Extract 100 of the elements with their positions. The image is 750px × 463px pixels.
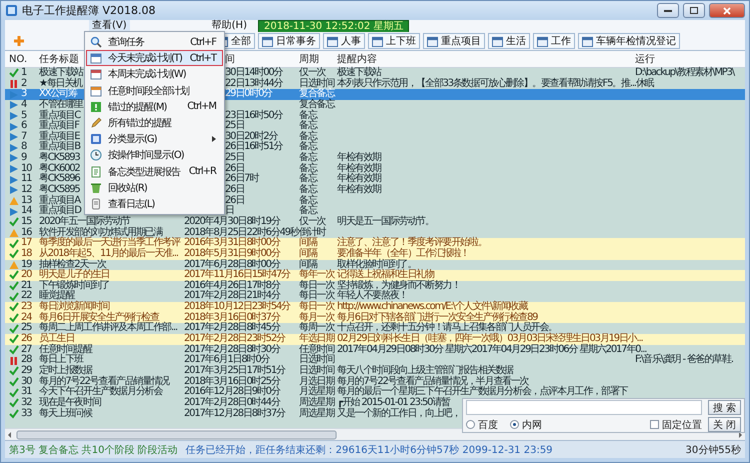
- title-cell-text: 2020年五一国际劳动节: [38, 216, 132, 227]
- title-cell-text: 每月6日开展安全生产例行检查: [38, 312, 160, 323]
- run-cell-text: F:\音乐\龚玥 - 爸爸的草鞋.: [635, 355, 734, 366]
- title-cell-text: 粤CK5893: [38, 153, 80, 164]
- table-row[interactable]: 26 员工生日 2017年2月28日23时52分 年选日期 02月29日刘科长生日（哇塞，四年一次哦）03月03日宋经理生日03月19日小...: [5, 334, 745, 345]
- bin-icon: [90, 182, 102, 194]
- column-header[interactable]: 周期: [299, 52, 337, 66]
- menu-option[interactable]: 今天未完成计划(T) Ctrl+T: [86, 50, 223, 66]
- content-cell-text: 年检有效期: [337, 153, 382, 164]
- column-header[interactable]: 运行: [635, 52, 745, 66]
- cycle-cell-text: 备忘: [299, 121, 318, 132]
- maximize-button[interactable]: [683, 3, 705, 18]
- cycle-cell-text: 周选星期: [299, 398, 336, 408]
- cycle-cell-text: 每日一次: [299, 280, 336, 291]
- title-cell-text: 每周二上周工作讲评及本周工作部...: [38, 323, 178, 334]
- content-cell-text: 极速下载站: [337, 68, 383, 78]
- cycle-cell-text: 任意时间: [299, 344, 336, 355]
- menu-item[interactable]: 查看(V): [89, 20, 130, 32]
- title-cell-text: 软件开发部的刘功炜试用期已满: [38, 228, 163, 238]
- cycle-cell-text: 备忘: [299, 174, 318, 184]
- menu-item[interactable]: 帮助(H): [208, 20, 250, 32]
- title-cell-text: 每日浏览新闻时间: [38, 302, 110, 312]
- row-number: 13: [21, 196, 33, 206]
- row-number: 29: [21, 366, 33, 376]
- table-row[interactable]: 17 每季度的最后一天进行当季工作考评 2016年3月31日8时00分 间隔 注意了、注意了！季度考评要开始啦。: [5, 238, 745, 249]
- cycle-cell-text: 备忘: [299, 206, 318, 216]
- engine-radio[interactable]: 百度: [466, 418, 504, 432]
- category-tab[interactable]: 上下班: [368, 33, 420, 49]
- row-number: 19: [21, 260, 33, 270]
- row-number: 17: [21, 238, 32, 248]
- column-header[interactable]: NO.: [5, 54, 36, 64]
- table-row[interactable]: 23 每日浏览新闻时间 2018年10月12日23时54分 每日一次 http://www.chinanews.com/E:\个人文件\新闻收藏: [5, 302, 745, 313]
- countdown-text: 任务已经开始，距任务结束还剩：29616天11小时6分钟57秒 2099-12-31 23:59: [186, 444, 554, 456]
- row-number: 23: [21, 302, 33, 312]
- category-tab[interactable]: 日常事务: [258, 33, 320, 49]
- menu-option[interactable]: 按操作时间显示(O): [86, 147, 223, 164]
- row-number: 10: [21, 164, 33, 174]
- content-cell-text: 年检有效期: [337, 185, 382, 196]
- pin-checkbox[interactable]: 固定位置: [650, 418, 702, 432]
- row-number: 33: [21, 408, 33, 420]
- table-row[interactable]: 18 从2018年起5、11月的最后一天准... 2018年5月31日9时00分 间隔 要准备半年（全年）工作汇报啦！: [5, 248, 745, 260]
- title-cell-text: 重点项目F: [38, 121, 80, 132]
- category-tab[interactable]: 重点项目: [423, 33, 485, 49]
- cycle-cell-text: 仅一次: [299, 216, 327, 227]
- time-cell-text: 2018年3月16日0时37分: [184, 312, 282, 323]
- row-number: 22: [21, 291, 32, 302]
- time-cell-text: 2017年2月28日23时52分: [184, 334, 286, 344]
- pen-icon: [90, 117, 102, 130]
- row-number: 4: [21, 100, 28, 110]
- title-cell-text: 今天下午召开生产数据月分析会: [38, 387, 164, 398]
- content-cell-text: 又是一个新的工作日，向上吧，: [337, 408, 462, 420]
- search-field[interactable]: [466, 400, 702, 415]
- search-icon: [90, 36, 102, 48]
- column-header[interactable]: 间: [225, 52, 299, 66]
- title-cell-text: ★每日关机: [38, 78, 80, 89]
- stage-text: 第3号 复合备忘 共10个阶段 阶段活动: [9, 444, 178, 456]
- menu-option[interactable]: 所有错过的提醒: [86, 114, 223, 132]
- title-cell-text: 定时上报数据: [38, 366, 94, 376]
- time-cell-text: 22日13时44分: [225, 78, 284, 89]
- menu-option[interactable]: 分类显示(G): [86, 131, 223, 148]
- time-cell-text: 2016年3月31日8时00分: [184, 238, 282, 248]
- row-number: 26: [21, 334, 33, 344]
- content-cell-text: http://www.chinanews.com/E:\个人文件\新闻收藏: [337, 302, 529, 312]
- column-header[interactable]: 任务标题: [36, 52, 80, 66]
- close-panel-button[interactable]: 关 闭: [708, 417, 741, 432]
- title-cell-text: 重点项目A: [38, 196, 80, 206]
- category-tab[interactable]: 人事: [323, 33, 365, 49]
- cycle-cell-text: 倒计时: [299, 228, 327, 238]
- category-tab[interactable]: 生活: [488, 33, 530, 49]
- menu-option[interactable]: 查看日志(L): [86, 196, 223, 212]
- time-cell-text: 2017年12月28日8时37分: [184, 408, 286, 420]
- cycle-cell-text: 备忘: [299, 196, 318, 206]
- time-cell-text: 日: [225, 206, 235, 216]
- table-row[interactable]: 20 明天是儿子的生日 2017年11月16日15时47分 每年一次 记得送上祝福和生日礼物: [5, 270, 745, 281]
- horizontal-scrollbar[interactable]: [5, 430, 745, 440]
- column-header[interactable]: 提醒内容: [337, 52, 635, 66]
- engine-radio[interactable]: 内网: [510, 418, 548, 432]
- minimize-button[interactable]: [657, 3, 679, 18]
- cycle-cell-text: 复合备忘: [299, 89, 336, 100]
- content-cell-text: 年检有效期: [337, 164, 382, 174]
- time-cell-text: 2016年4月26日17时8分: [184, 280, 282, 291]
- title-cell-text: XX公司筹: [38, 89, 78, 100]
- category-tab[interactable]: 工作: [533, 33, 575, 49]
- menu-option[interactable]: 备忘类型进展报告 Ctrl+R: [86, 164, 223, 180]
- close-button[interactable]: [709, 3, 745, 18]
- time-cell-text: 26日: [225, 196, 246, 206]
- row-number: 5: [21, 110, 26, 121]
- log-icon: [90, 198, 102, 210]
- content-cell: 本列表只作示范用，【全部33条数据可放心删除】。要查看帮助请按F5。推...: [337, 78, 636, 90]
- content-cell-text: 注意了、注意了！季度考评要开始啦。: [337, 238, 488, 248]
- category-tab[interactable]: 车辆年检情况登记: [578, 33, 680, 49]
- menu-option[interactable]: 本周未完成计划(W): [86, 66, 223, 83]
- menu-option[interactable]: 回收站(R): [86, 180, 223, 196]
- time-cell-text: 2017年11月16日15时47分: [184, 270, 292, 280]
- cycle-cell-text: 月选日期: [299, 376, 336, 387]
- title-cell-text: 每季度的最后一天进行当季工作考评: [38, 238, 182, 248]
- row-number: 20: [21, 270, 33, 280]
- menu-option[interactable]: 错过的提醒(M) Ctrl+M: [86, 98, 223, 115]
- timer-text: 30分钟55秒: [686, 444, 741, 456]
- search-button[interactable]: 搜 索: [708, 400, 741, 415]
